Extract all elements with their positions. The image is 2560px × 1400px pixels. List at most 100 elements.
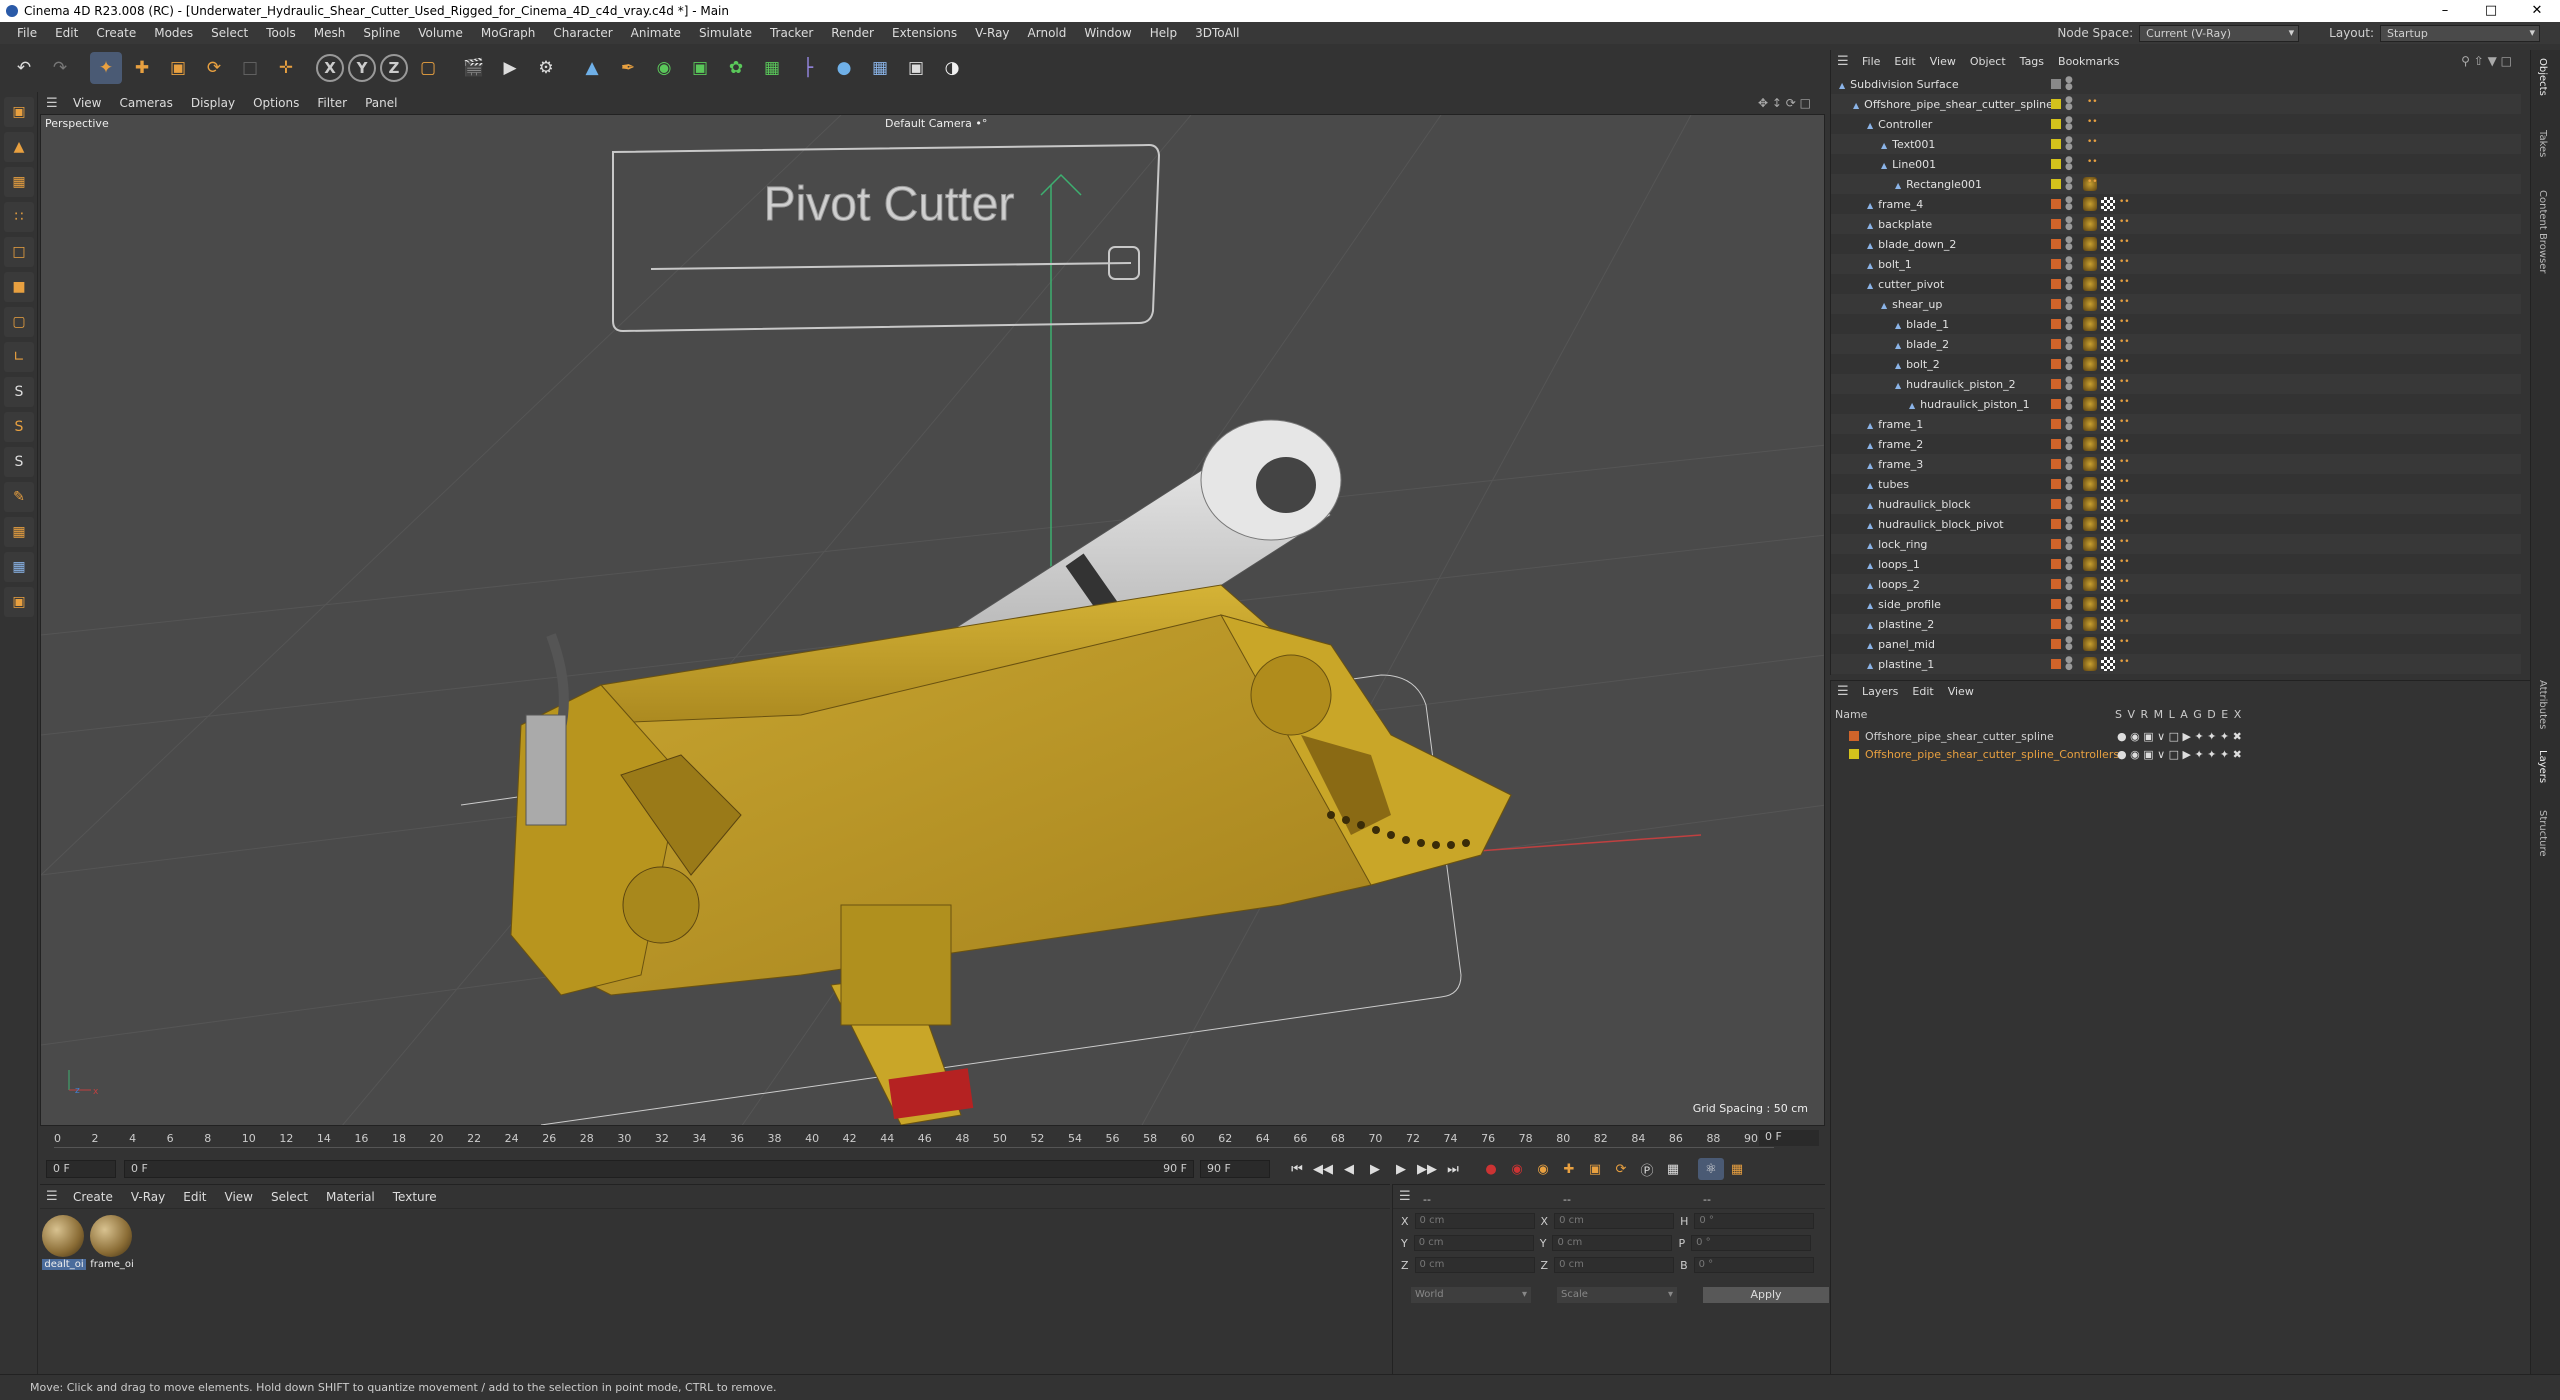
layer-menu-layers[interactable]: Layers	[1855, 685, 1905, 698]
object-row[interactable]: shear_up ●● ••	[1831, 294, 2521, 314]
layout-dropdown[interactable]: Startup	[2380, 24, 2540, 42]
object-row[interactable]: cutter_pivot ●● ••	[1831, 274, 2521, 294]
x-axis-lock-icon[interactable]: X	[316, 54, 344, 82]
rotation-b-field[interactable]: 0 °	[1693, 1257, 1814, 1273]
viewport-menu-display[interactable]: Display	[182, 96, 244, 110]
layer-color-swatch[interactable]	[2051, 259, 2061, 269]
material-tag-icon[interactable]	[2083, 317, 2097, 331]
uvw-tag-icon[interactable]	[2101, 297, 2115, 311]
object-name[interactable]: lock_ring	[1867, 538, 1927, 551]
layer-flags-icons[interactable]: ● ◉ ▣ ∨ □ ▶ ✦ ✦ ✦ ✖	[2117, 730, 2242, 743]
model-mode-icon[interactable]: ▲	[4, 132, 34, 162]
object-row[interactable]: frame_1 ●● ••	[1831, 414, 2521, 434]
visibility-dots-icon[interactable]: ● ●	[2065, 336, 2073, 352]
object-row[interactable]: Rectangle001 ●● ••	[1831, 174, 2521, 194]
tab-objects[interactable]: Objects	[2537, 58, 2548, 96]
uv-mode-icon[interactable]: ▢	[4, 307, 34, 337]
camera-icon[interactable]: ▣	[900, 52, 932, 84]
object-name[interactable]: bolt_2	[1895, 358, 1940, 371]
menu-help[interactable]: Help	[1141, 26, 1186, 40]
layer-color-swatch[interactable]	[2051, 539, 2061, 549]
visibility-dots-icon[interactable]: ● ●	[2065, 556, 2073, 572]
layer-color-swatch[interactable]	[2051, 299, 2061, 309]
minimize-button[interactable]: –	[2422, 0, 2468, 22]
material-tag-icon[interactable]	[2083, 637, 2097, 651]
transform-tool-icon[interactable]: ✛	[270, 52, 302, 84]
object-name[interactable]: shear_up	[1881, 298, 1942, 311]
keyframe-selection-icon[interactable]: ◉	[1530, 1158, 1556, 1180]
menu-simulate[interactable]: Simulate	[690, 26, 761, 40]
visibility-dots-icon[interactable]: ● ●	[2065, 176, 2073, 192]
maximize-button[interactable]: □	[2468, 0, 2514, 22]
viewport-menu-cameras[interactable]: Cameras	[110, 96, 181, 110]
visibility-dots-icon[interactable]: ● ●	[2065, 456, 2073, 472]
phong-tag-icon[interactable]: ••	[2119, 497, 2133, 511]
texture-mode-icon[interactable]: ▦	[4, 167, 34, 197]
material-menu-edit[interactable]: Edit	[174, 1190, 215, 1204]
menu-spline[interactable]: Spline	[354, 26, 409, 40]
material-tag-icon[interactable]	[2083, 397, 2097, 411]
visibility-dots-icon[interactable]: ● ●	[2065, 436, 2073, 452]
object-name[interactable]: Subdivision Surface	[1839, 78, 1958, 91]
layer-color-swatch[interactable]	[2051, 399, 2061, 409]
end-frame-field[interactable]: 90 F	[1200, 1160, 1270, 1178]
phong-tag-icon[interactable]: ••	[2119, 577, 2133, 591]
material-tag-icon[interactable]	[2083, 497, 2097, 511]
material-tag-icon[interactable]	[2083, 197, 2097, 211]
object-row[interactable]: blade_down_2 ●● ••	[1831, 234, 2521, 254]
deformer-icon[interactable]: ▦	[756, 52, 788, 84]
uvw-tag-icon[interactable]	[2101, 377, 2115, 391]
uvw-tag-icon[interactable]	[2101, 617, 2115, 631]
phong-tag-icon[interactable]: ••	[2119, 597, 2133, 611]
material-tag-icon[interactable]	[2083, 617, 2097, 631]
object-row[interactable]: lock_ring ●● ••	[1831, 534, 2521, 554]
layer-color-swatch[interactable]	[2051, 159, 2061, 169]
parameter-key-icon[interactable]: Ⓟ	[1634, 1158, 1660, 1180]
play-icon[interactable]: ▶	[1362, 1158, 1388, 1180]
layer-color-swatch[interactable]	[2051, 219, 2061, 229]
material-tag-icon[interactable]	[2083, 337, 2097, 351]
frame-range-slider[interactable]: 0 F 90 F	[124, 1160, 1194, 1178]
object-row[interactable]: bolt_2 ●● ••	[1831, 354, 2521, 374]
layer-menu-icon[interactable]: ☰	[1837, 684, 1851, 699]
phong-tag-icon[interactable]: ••	[2119, 477, 2133, 491]
layer-color-swatch[interactable]	[2051, 559, 2061, 569]
extrude-icon[interactable]: ▣	[684, 52, 716, 84]
material-tag-icon[interactable]	[2083, 597, 2097, 611]
object-name[interactable]: plastine_2	[1867, 618, 1934, 631]
uvw-tag-icon[interactable]	[2101, 317, 2115, 331]
visibility-dots-icon[interactable]: ● ●	[2065, 416, 2073, 432]
object-row[interactable]: loops_1 ●● ••	[1831, 554, 2521, 574]
uvw-tag-icon[interactable]	[2101, 337, 2115, 351]
menu-volume[interactable]: Volume	[409, 26, 472, 40]
material-tag-icon[interactable]	[2083, 417, 2097, 431]
redo-icon[interactable]: ↷	[44, 52, 76, 84]
material-tag-icon[interactable]	[2083, 577, 2097, 591]
go-to-end-icon[interactable]: ⏭	[1440, 1158, 1466, 1180]
field-icon[interactable]: ├	[792, 52, 824, 84]
visibility-dots-icon[interactable]: ● ●	[2065, 116, 2073, 132]
object-row[interactable]: plastine_2 ●● ••	[1831, 614, 2521, 634]
object-name[interactable]: hudraulick_piston_1	[1909, 398, 2029, 411]
uvw-tag-icon[interactable]	[2101, 397, 2115, 411]
uvw-tag-icon[interactable]	[2101, 557, 2115, 571]
material-swatch[interactable]: frame_oi	[90, 1215, 134, 1270]
visibility-dots-icon[interactable]: ● ●	[2065, 616, 2073, 632]
phong-tag-icon[interactable]: ••	[2119, 257, 2133, 271]
rotation-h-field[interactable]: 0 °	[1694, 1213, 1815, 1229]
material-menu-vray[interactable]: V-Ray	[122, 1190, 174, 1204]
visibility-dots-icon[interactable]: ● ●	[2065, 136, 2073, 152]
layer-color-swatch[interactable]	[2051, 79, 2061, 89]
object-name[interactable]: hudraulick_block_pivot	[1867, 518, 2003, 531]
object-name[interactable]: cutter_pivot	[1867, 278, 1944, 291]
om-menu-edit[interactable]: Edit	[1887, 55, 1922, 68]
object-name[interactable]: Text001	[1881, 138, 1935, 151]
visibility-dots-icon[interactable]: ● ●	[2065, 256, 2073, 272]
visibility-dots-icon[interactable]: ● ●	[2065, 536, 2073, 552]
phong-tag-icon[interactable]: ••	[2087, 177, 2101, 191]
object-row[interactable]: Text001 ●● ••	[1831, 134, 2521, 154]
phong-tag-icon[interactable]: ••	[2119, 537, 2133, 551]
phong-tag-icon[interactable]: ••	[2119, 517, 2133, 531]
rotation-key-icon[interactable]: ⟳	[1608, 1158, 1634, 1180]
visibility-dots-icon[interactable]: ● ●	[2065, 236, 2073, 252]
